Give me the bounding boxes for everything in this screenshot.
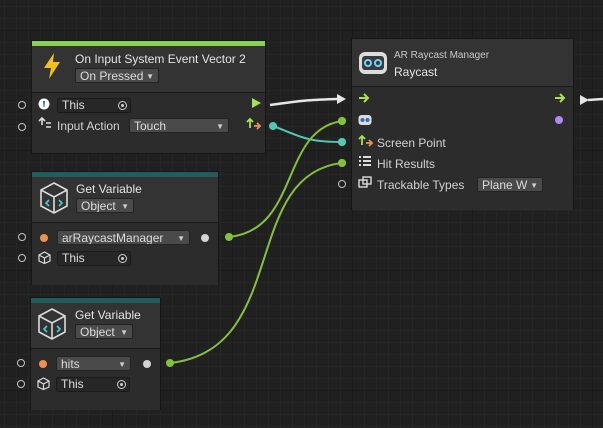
event-target-field[interactable]: This: [57, 98, 131, 113]
info-circle-icon: [38, 98, 50, 110]
lightning-bolt-icon: [44, 53, 60, 79]
chevron-down-icon: ▼: [177, 234, 185, 243]
variable-node-body: arRaycastManager ▼ This: [32, 223, 218, 285]
trackable-types-icon: [358, 176, 372, 188]
event-node-header[interactable]: On Input System Event Vector 2 On Presse…: [32, 46, 265, 93]
variable-target-field[interactable]: This: [56, 377, 130, 392]
variable-target-input-port[interactable]: [18, 254, 26, 262]
screen-point-wire[interactable]: [272, 125, 343, 143]
variable-target-field[interactable]: This: [57, 251, 131, 266]
variable-name-value: arRaycastManager: [62, 231, 164, 245]
chevron-down-icon: ▼: [121, 202, 129, 211]
event-node-body: This Input Action Touch ▼: [32, 93, 265, 153]
event-target-value: This: [62, 98, 85, 112]
control-output-port[interactable]: [252, 98, 261, 108]
object-type-dot: [39, 360, 47, 368]
chevron-down-icon: ▼: [118, 360, 126, 369]
chevron-down-icon: ▼: [120, 328, 128, 337]
target-picker-icon[interactable]: [118, 254, 127, 263]
raycast-node-title: Raycast: [394, 65, 438, 79]
bool-result-output-port[interactable]: [555, 116, 563, 124]
hit-results-label: Hit Results: [377, 157, 436, 171]
variable-name-input-port[interactable]: [18, 233, 26, 241]
cube-variable-icon: [38, 308, 66, 340]
value-output-port[interactable]: [201, 234, 209, 242]
target-picker-icon[interactable]: [117, 380, 126, 389]
variable-node-body: hits ▼ This: [31, 349, 160, 410]
trackable-types-input-port[interactable]: [338, 180, 346, 188]
variable-node-title: Get Variable: [75, 308, 141, 322]
wire-end-dot: [166, 359, 174, 367]
event-node-title: On Input System Event Vector 2: [75, 52, 246, 66]
hit-results-input-port[interactable]: [338, 159, 346, 167]
variable-target-input-port[interactable]: [17, 380, 25, 388]
event-action-input-port[interactable]: [18, 123, 26, 131]
variable-name-input-port[interactable]: [17, 359, 25, 367]
control-flow-wire[interactable]: [269, 97, 338, 107]
list-icon: [359, 156, 371, 166]
input-action-label: Input Action: [57, 119, 120, 133]
variable-kind-dropdown[interactable]: Object ▼: [76, 198, 134, 213]
wire-end-dot: [225, 233, 233, 241]
raycast-node-header[interactable]: AR Raycast Manager Raycast: [352, 39, 573, 87]
variable-node-header[interactable]: Get Variable Object ▼: [32, 177, 218, 223]
trackable-types-value: Plane W: [482, 178, 528, 192]
raycast-control-input-port[interactable]: [337, 94, 346, 104]
raycast-node-body: Screen Point Hit Results Trackable Types…: [352, 87, 573, 210]
wire-end-dot: [269, 122, 277, 130]
input-action-icon: [38, 117, 51, 128]
value-output-port[interactable]: [143, 360, 151, 368]
raycast-node[interactable]: AR Raycast Manager Raycast Screen Point …: [351, 38, 574, 210]
variable-name-value: hits: [61, 357, 80, 371]
cube-icon: [37, 377, 50, 390]
raycast-node-subtitle: AR Raycast Manager: [394, 50, 490, 61]
screen-point-label: Screen Point: [377, 136, 446, 150]
trackable-types-label: Trackable Types: [377, 178, 465, 192]
variable-kind-value: Object: [80, 325, 115, 339]
event-target-input-port[interactable]: [18, 101, 26, 109]
variable-target-value: This: [61, 377, 84, 391]
chevron-down-icon: ▼: [146, 72, 154, 81]
raycast-control-output-port[interactable]: [580, 95, 589, 105]
get-variable-node-1[interactable]: Get Variable Object ▼ arRaycastManager ▼ T…: [31, 171, 219, 285]
object-type-dot: [40, 234, 48, 242]
trackable-types-dropdown[interactable]: Plane W ▼: [477, 177, 543, 192]
cube-variable-icon: [40, 182, 68, 214]
raycast-target-input-port[interactable]: [338, 117, 346, 125]
input-action-dropdown[interactable]: Touch ▼: [129, 118, 229, 133]
ar-goggles-small-icon: [358, 115, 372, 125]
event-mode-dropdown[interactable]: On Pressed ▼: [75, 68, 159, 83]
target-picker-icon[interactable]: [118, 101, 127, 110]
variable-node-header[interactable]: Get Variable Object ▼: [31, 303, 160, 349]
screen-point-input-port[interactable]: [338, 138, 346, 146]
control-output-arrow-icon: [555, 93, 566, 103]
variable-target-value: This: [62, 251, 85, 265]
cube-icon: [38, 251, 51, 264]
variable-node-title: Get Variable: [76, 182, 142, 196]
get-variable-node-2[interactable]: Get Variable Object ▼ hits ▼ This: [30, 297, 161, 410]
chevron-down-icon: ▼: [216, 122, 224, 131]
control-input-arrow-icon: [359, 93, 370, 103]
vector2-output-icon[interactable]: [246, 116, 262, 130]
input-action-value: Touch: [134, 119, 167, 133]
ar-goggles-icon: [359, 52, 387, 74]
event-node[interactable]: On Input System Event Vector 2 On Presse…: [31, 40, 266, 154]
control-flow-wire-out[interactable]: [587, 97, 603, 102]
event-mode-value: On Pressed: [80, 69, 144, 83]
variable-kind-dropdown[interactable]: Object ▼: [75, 324, 133, 339]
variable-name-dropdown[interactable]: hits ▼: [56, 356, 131, 371]
chevron-down-icon: ▼: [530, 181, 538, 190]
variable-name-dropdown[interactable]: arRaycastManager ▼: [57, 230, 190, 245]
vector2-icon: [358, 134, 374, 147]
variable-kind-value: Object: [81, 199, 116, 213]
